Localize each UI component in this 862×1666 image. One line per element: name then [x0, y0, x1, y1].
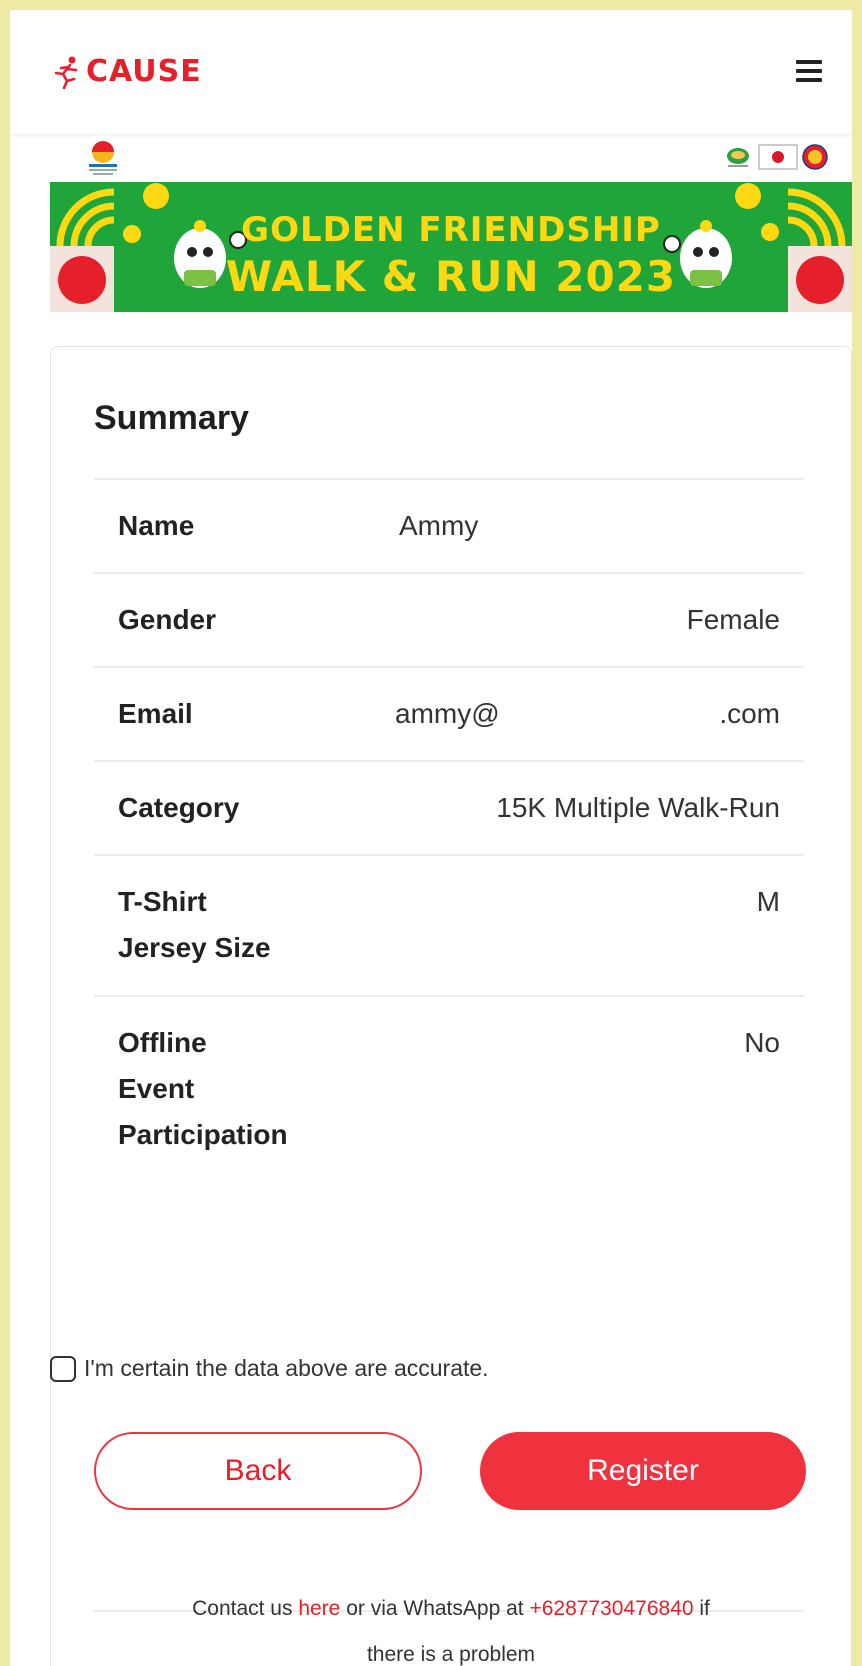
banner-title-line1: GOLDEN FRIENDSHIP — [241, 210, 661, 250]
row-label-offline-line3: Participation — [118, 1119, 288, 1150]
accuracy-checkbox-label: I'm certain the data above are accurate. — [84, 1355, 489, 1381]
footer-line1: Contact us here or via WhatsApp at +6287… — [50, 1586, 852, 1632]
summary-title: Summary — [94, 399, 249, 437]
row-value-email-suffix: .com — [719, 698, 780, 729]
accuracy-checkbox[interactable] — [50, 1355, 76, 1382]
row-value-name: Ammy — [399, 510, 479, 541]
summary-row-category: Category 15K Multiple Walk-Run — [94, 760, 804, 854]
hamburger-menu-icon[interactable] — [796, 60, 822, 86]
whatsapp-phone-link[interactable]: +6287730476840 — [529, 1597, 693, 1620]
contact-footer: Contact us here or via WhatsApp at +6287… — [50, 1586, 852, 1666]
partner-emblem-icon — [727, 148, 749, 167]
row-value-email-prefix: ammy@ — [395, 698, 500, 729]
partner-logos — [722, 144, 828, 170]
japan-flag-icon — [758, 144, 798, 170]
cause-logo[interactable]: CAUSE — [52, 54, 202, 89]
row-value-offline: No — [744, 1027, 780, 1058]
footer-text2: or via WhatsApp at — [340, 1597, 530, 1620]
brand-name: CAUSE — [86, 54, 202, 89]
footer-text1: Contact us — [192, 1597, 299, 1620]
summary-row-email: Email ammy@ .com — [94, 666, 804, 760]
row-label-tshirt-line2: Jersey Size — [118, 932, 271, 963]
summary-row-tshirt: T-Shirt Jersey Size M — [94, 854, 804, 995]
footer-line2: there is a problem — [366, 1643, 536, 1666]
summary-row-offline-event: Offline Event Participation No — [94, 995, 804, 1212]
summary-table: Name Ammy Gender Female Email ammy@ .com… — [94, 478, 804, 1212]
summary-row-gender: Gender Female — [94, 572, 804, 666]
row-label-tshirt-line1: T-Shirt — [118, 886, 207, 917]
row-value-gender: Female — [686, 604, 780, 635]
row-label-offline-line1: Offline — [118, 1027, 207, 1058]
mobile-page: CAUSE GOLDEN FRIENDSHIP WALK & RUN 2023 … — [10, 10, 852, 1666]
contact-here-link[interactable]: here — [298, 1597, 340, 1620]
back-button[interactable]: Back — [94, 1432, 422, 1510]
footer-text3: if — [693, 1597, 710, 1620]
asean-flag-icon — [802, 144, 828, 170]
confirm-accuracy[interactable]: I'm certain the data above are accurate. — [50, 1355, 489, 1382]
event-banner: GOLDEN FRIENDSHIP WALK & RUN 2023 — [50, 182, 852, 312]
row-label-offline-line2: Event — [118, 1073, 195, 1104]
row-label-category: Category — [118, 792, 240, 823]
row-value-category: 15K Multiple Walk-Run — [496, 792, 780, 823]
event-logo-icon — [89, 141, 117, 175]
top-navbar: CAUSE — [10, 10, 852, 134]
register-button[interactable]: Register — [480, 1432, 806, 1510]
row-label-email: Email — [118, 698, 193, 729]
banner-title-line2: WALK & RUN 2023 — [225, 252, 677, 301]
runner-icon — [54, 56, 78, 89]
summary-row-name: Name Ammy — [94, 478, 804, 572]
row-value-tshirt: M — [756, 886, 780, 917]
row-label-gender: Gender — [118, 604, 217, 635]
row-label-name: Name — [118, 510, 195, 541]
